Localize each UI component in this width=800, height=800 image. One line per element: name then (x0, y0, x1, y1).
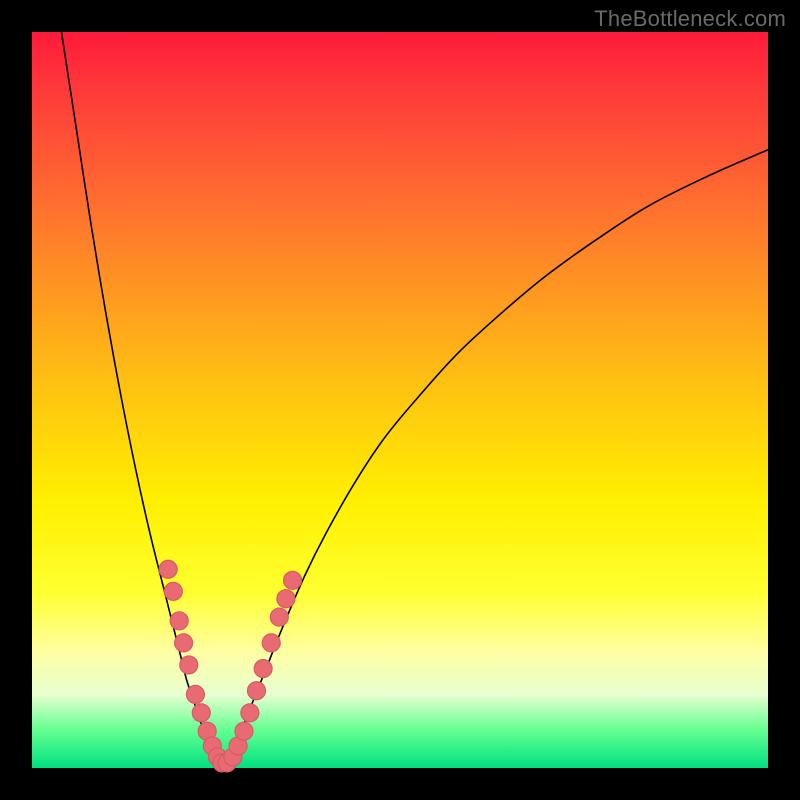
data-marker (277, 590, 295, 608)
data-marker (284, 571, 302, 589)
markers-group (159, 560, 301, 772)
curve-left (61, 32, 219, 764)
data-marker (159, 560, 177, 578)
watermark-text: TheBottleneck.com (594, 6, 786, 32)
data-marker (247, 682, 265, 700)
data-marker (175, 634, 193, 652)
data-marker (164, 582, 182, 600)
data-marker (254, 660, 272, 678)
data-marker (180, 656, 198, 674)
data-marker (262, 634, 280, 652)
data-marker (235, 722, 253, 740)
data-marker (170, 612, 188, 630)
data-marker (241, 704, 259, 722)
data-marker (270, 608, 288, 626)
chart-svg (32, 32, 768, 768)
data-marker (186, 685, 204, 703)
data-marker (192, 704, 210, 722)
curve-right (223, 150, 768, 765)
